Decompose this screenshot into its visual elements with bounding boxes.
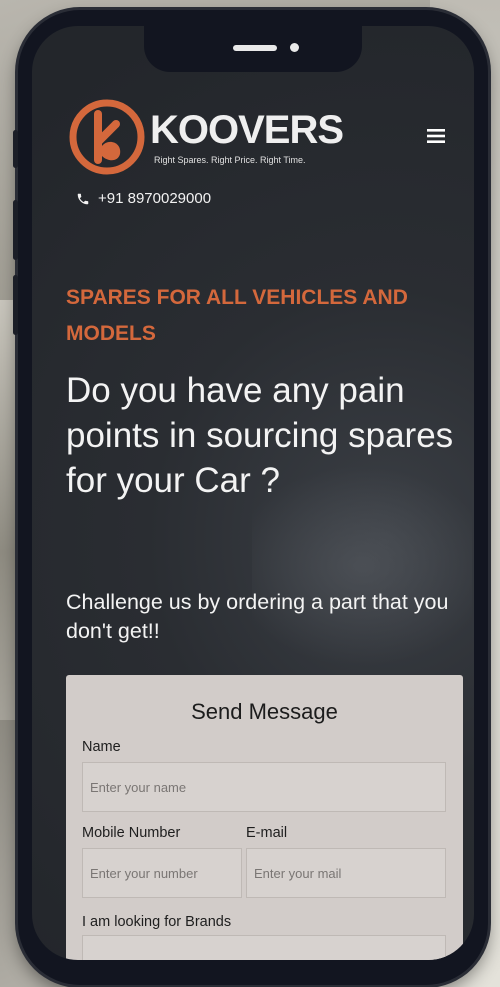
- phone-side-button-silent: [13, 130, 18, 168]
- brand-name: KOOVERS: [150, 108, 344, 152]
- phone-notch: [144, 26, 362, 72]
- phone-screen: KOOVERS Right Spares. Right Price. Right…: [32, 26, 474, 960]
- front-camera: [290, 43, 299, 52]
- name-input[interactable]: [82, 762, 446, 812]
- brands-label: I am looking for Brands: [82, 914, 232, 930]
- email-label: E-mail: [246, 825, 288, 841]
- phone-icon: [77, 193, 89, 204]
- contact-phone-link[interactable]: +91 8970029000: [76, 190, 211, 207]
- brands-input[interactable]: [82, 935, 446, 960]
- hero-subline: Challenge us by ordering a part that you…: [66, 590, 449, 643]
- hamburger-menu-icon[interactable]: [424, 124, 448, 148]
- form-title: Send Message: [191, 699, 338, 724]
- koovers-logo-icon[interactable]: [68, 98, 146, 176]
- phone-side-button-volume-down: [13, 275, 18, 335]
- speaker-grille: [233, 45, 277, 51]
- phone-side-button-volume-up: [13, 200, 18, 260]
- email-input[interactable]: [246, 848, 446, 898]
- site-header: KOOVERS Right Spares. Right Price. Right…: [68, 98, 448, 178]
- hero-headline: Do you have any pain points in sourcing …: [66, 371, 454, 500]
- send-message-form: Send Message Name Mobile Number E-mail I…: [66, 675, 463, 960]
- mobile-number-input[interactable]: [82, 848, 242, 898]
- name-label: Name: [82, 739, 121, 755]
- phone-number: +91 8970029000: [98, 190, 212, 207]
- mobile-number-label: Mobile Number: [82, 825, 181, 841]
- hamburger-menu-glyph: [427, 129, 445, 143]
- brand-tagline: Right Spares. Right Price. Right Time.: [154, 155, 306, 165]
- hero-eyebrow: SPARES FOR ALL VEHICLES AND MODELS: [66, 286, 408, 345]
